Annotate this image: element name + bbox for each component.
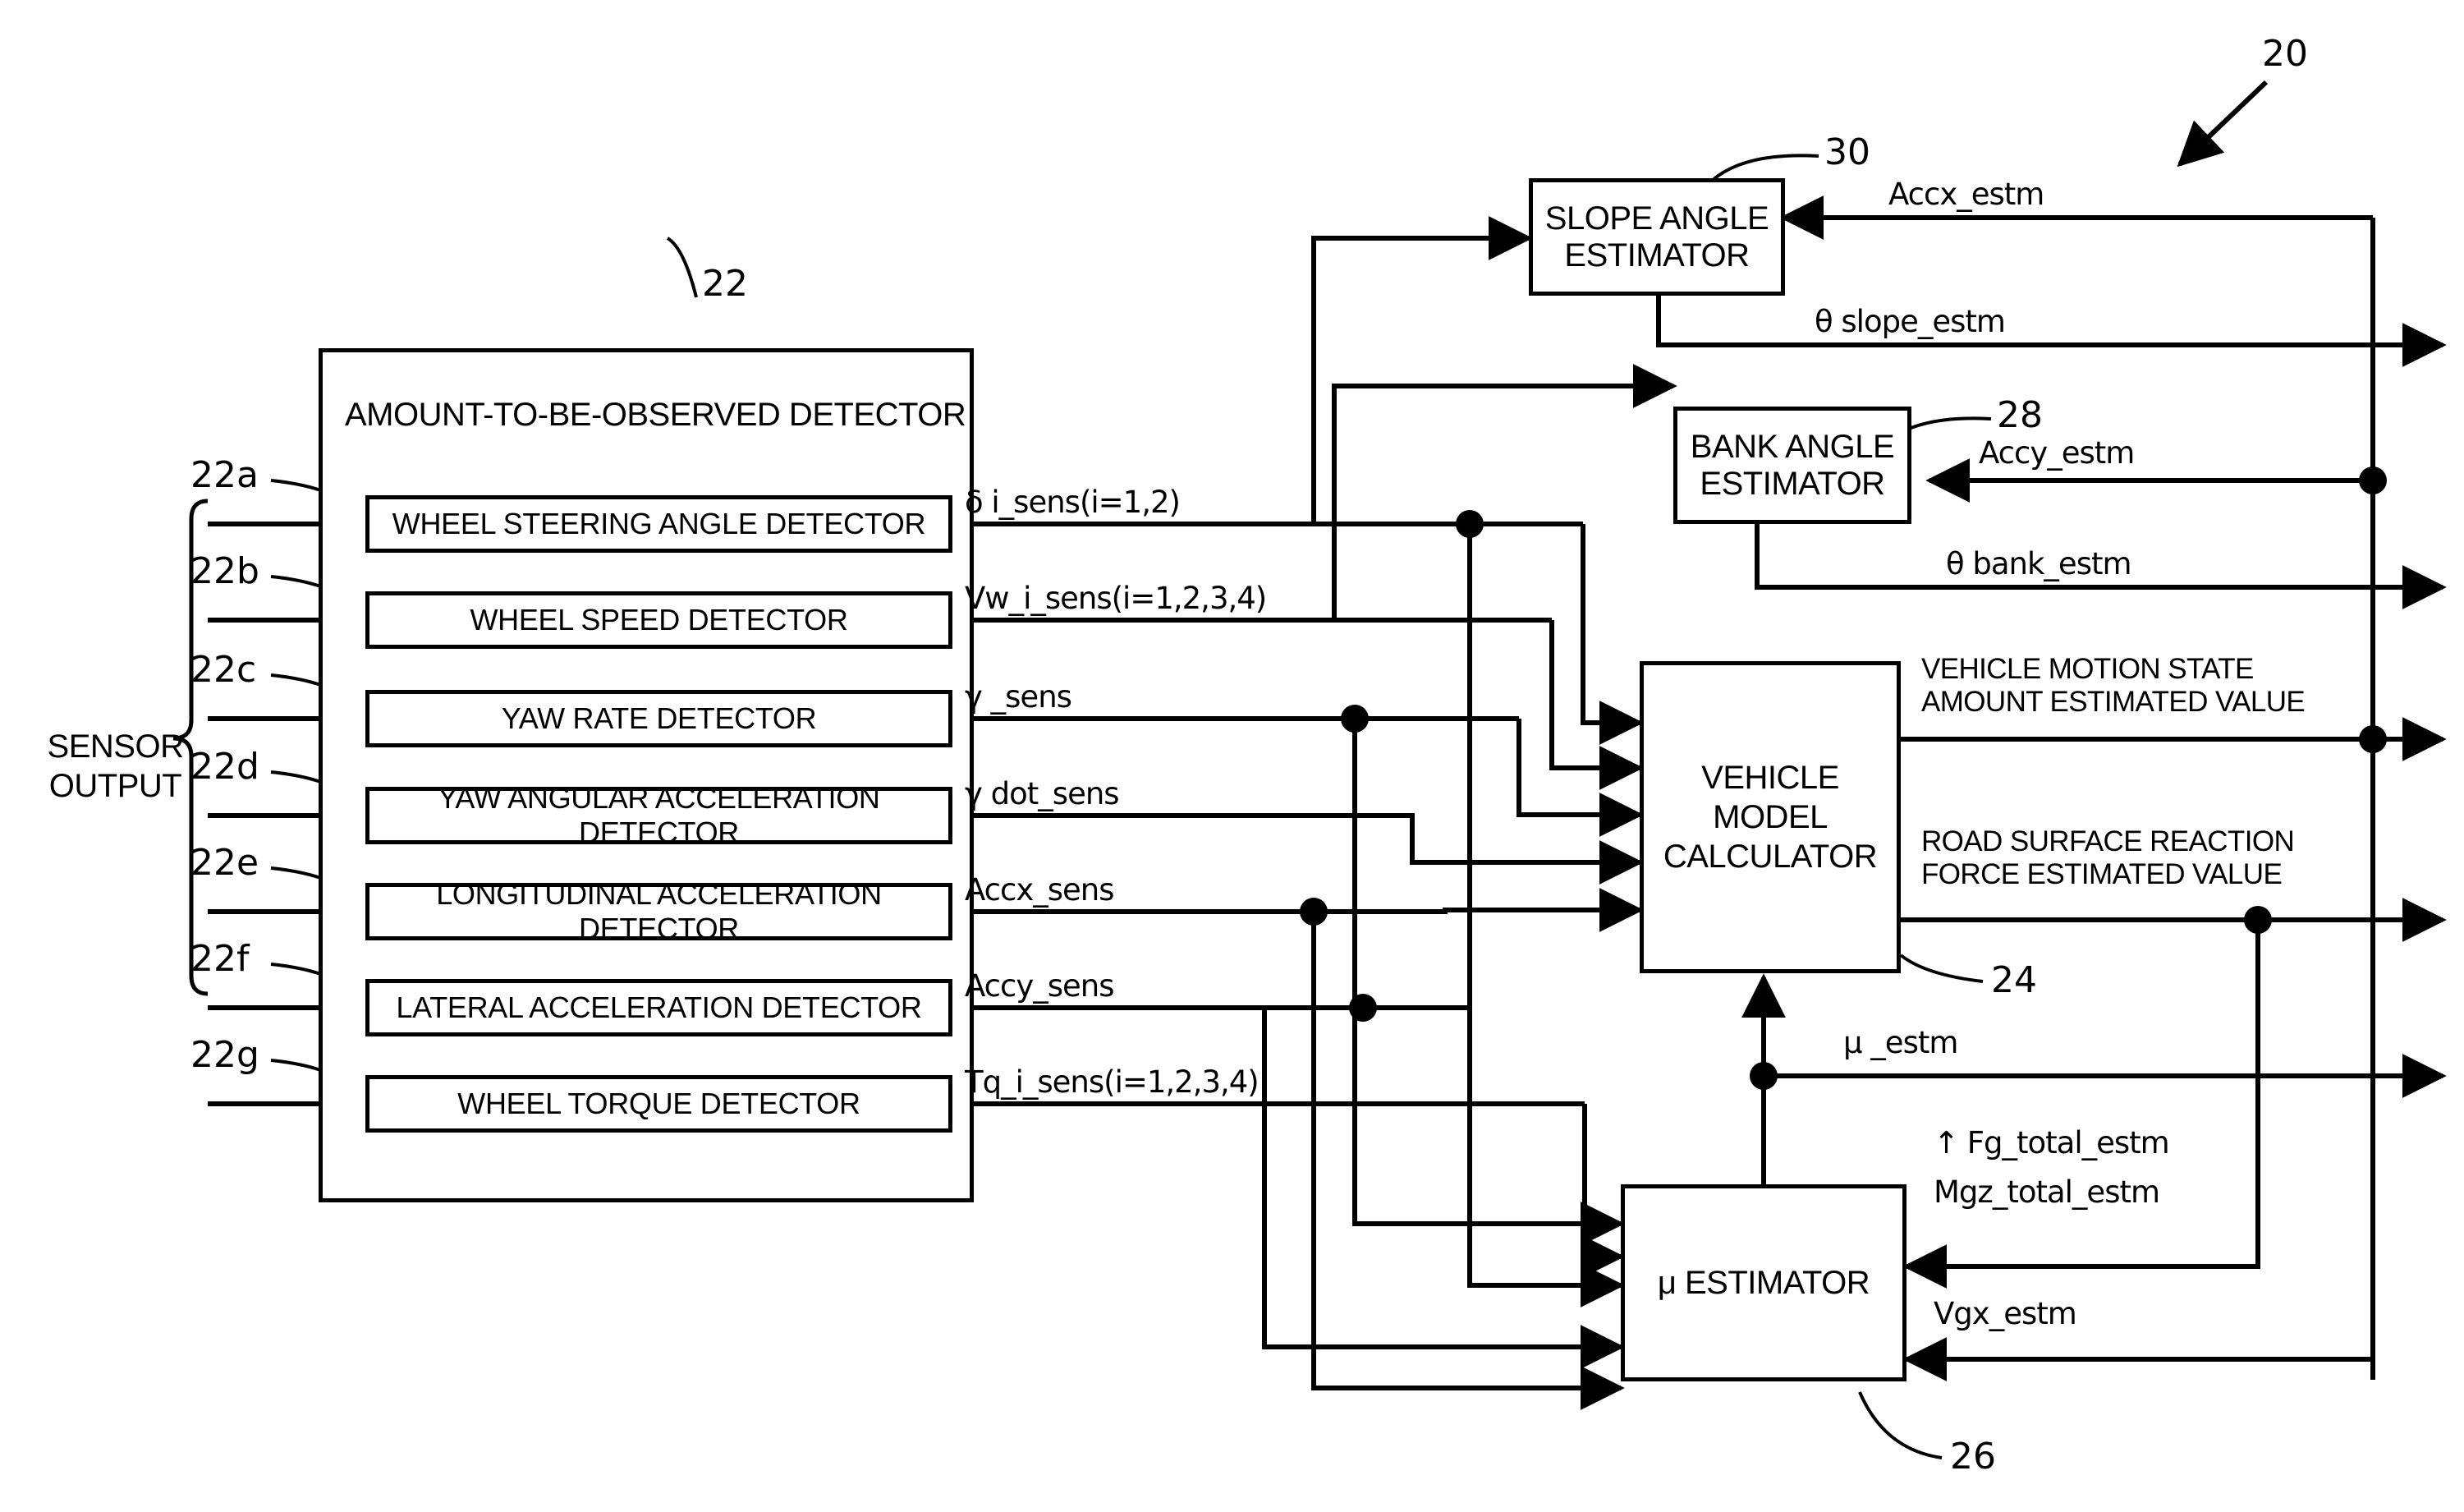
signal-label-vw-i-sens: Vw_i_sens(i=1,2,3,4)	[965, 581, 1267, 616]
slope-angle-estimator-block[interactable]: SLOPE ANGLE ESTIMATOR	[1529, 178, 1785, 296]
detector-box-lateral-acceleration[interactable]: LATERAL ACCELERATION DETECTOR	[365, 979, 952, 1036]
signal-label-mu-estm: μ _estm	[1843, 1025, 1958, 1060]
slope-angle-estimator-label: SLOPE ANGLE ESTIMATOR	[1544, 200, 1769, 273]
signal-label-delta-i-sens: δ i_sens(i=1,2)	[965, 485, 1181, 520]
reference-numeral-24: 24	[1991, 959, 2037, 1001]
reference-numeral-22e: 22e	[190, 842, 259, 884]
detector-label: WHEEL STEERING ANGLE DETECTOR	[392, 507, 926, 540]
mu-estimator-block[interactable]: μ ESTIMATOR	[1621, 1184, 1907, 1381]
patent-figure-canvas: AMOUNT-TO-BE-OBSERVED DETECTOR WHEEL STE…	[0, 0, 2464, 1512]
signal-label-gamma-sens: γ _sens	[965, 679, 1072, 715]
detector-box-yaw-rate[interactable]: YAW RATE DETECTOR	[365, 690, 952, 747]
detector-box-wheel-torque[interactable]: WHEEL TORQUE DETECTOR	[365, 1075, 952, 1133]
reference-numeral-28: 28	[1997, 394, 2043, 436]
detector-box-yaw-angular-acceleration[interactable]: YAW ANGULAR ACCELERATION DETECTOR	[365, 781, 952, 849]
detector-label: WHEEL TORQUE DETECTOR	[457, 1087, 860, 1120]
detector-label: YAW ANGULAR ACCELERATION DETECTOR	[438, 781, 880, 849]
output-label-road-surface-reaction-force: ROAD SURFACE REACTION FORCE ESTIMATED VA…	[1921, 825, 2295, 891]
reference-numeral-22b: 22b	[190, 550, 259, 592]
signal-label-gamma-dot-sens: γ dot_sens	[965, 776, 1120, 811]
signal-label-accx-estm: Accx_estm	[1888, 177, 2044, 212]
signal-label-fg-total-estm: ↑ Fg_total_estm	[1934, 1125, 2170, 1160]
signal-label-theta-slope-estm: θ slope_estm	[1815, 304, 2006, 339]
detector-box-wheel-speed[interactable]: WHEEL SPEED DETECTOR	[365, 591, 952, 649]
detector-box-wheel-steering-angle[interactable]: WHEEL STEERING ANGLE DETECTOR	[365, 495, 952, 553]
mu-estimator-label: μ ESTIMATOR	[1657, 1264, 1870, 1301]
reference-numeral-20: 20	[2262, 33, 2308, 75]
bank-angle-estimator-label: BANK ANGLE ESTIMATOR	[1690, 428, 1895, 502]
reference-numeral-22: 22	[702, 263, 748, 305]
vehicle-model-calculator-block[interactable]: VEHICLE MODEL CALCULATOR	[1640, 661, 1901, 973]
signal-label-mgz-total-estm: Mgz_total_estm	[1934, 1174, 2160, 1210]
signal-label-theta-bank-estm: θ bank_estm	[1946, 546, 2132, 581]
reference-numeral-22d: 22d	[190, 746, 259, 788]
reference-numeral-30: 30	[1824, 131, 1870, 173]
bank-angle-estimator-block[interactable]: BANK ANGLE ESTIMATOR	[1673, 407, 1911, 524]
amount-to-be-observed-detector-container	[319, 348, 974, 1202]
detector-box-longitudinal-acceleration[interactable]: LONGITUDINAL ACCELERATION DETECTOR	[365, 877, 952, 945]
reference-numeral-22c: 22c	[190, 649, 257, 691]
reference-numeral-22a: 22a	[190, 454, 259, 496]
reference-numeral-22f: 22f	[190, 938, 250, 980]
reference-numeral-26: 26	[1950, 1436, 1996, 1478]
sensor-output-label: SENSOR OUTPUT	[47, 728, 184, 804]
detector-label: YAW RATE DETECTOR	[501, 701, 817, 735]
vehicle-model-calculator-label: VEHICLE MODEL CALCULATOR	[1663, 760, 1878, 875]
output-label-vehicle-motion-state: VEHICLE MOTION STATE AMOUNT ESTIMATED VA…	[1921, 653, 2306, 719]
detector-label: LONGITUDINAL ACCELERATION DETECTOR	[436, 877, 882, 945]
signal-label-accy-estm: Accy_estm	[1979, 435, 2135, 471]
reference-numeral-22g: 22g	[190, 1034, 259, 1076]
signal-label-accx-sens: Accx_sens	[965, 872, 1115, 908]
signal-label-accy-sens: Accy_sens	[965, 968, 1115, 1004]
detector-label: LATERAL ACCELERATION DETECTOR	[396, 990, 922, 1024]
detector-unit-title: AMOUNT-TO-BE-OBSERVED DETECTOR	[345, 397, 966, 433]
signal-label-tq-i-sens: Tq_i_sens(i=1,2,3,4)	[965, 1064, 1260, 1100]
detector-label: WHEEL SPEED DETECTOR	[470, 603, 848, 637]
signal-label-vgx-estm: Vgx_estm	[1934, 1296, 2077, 1331]
